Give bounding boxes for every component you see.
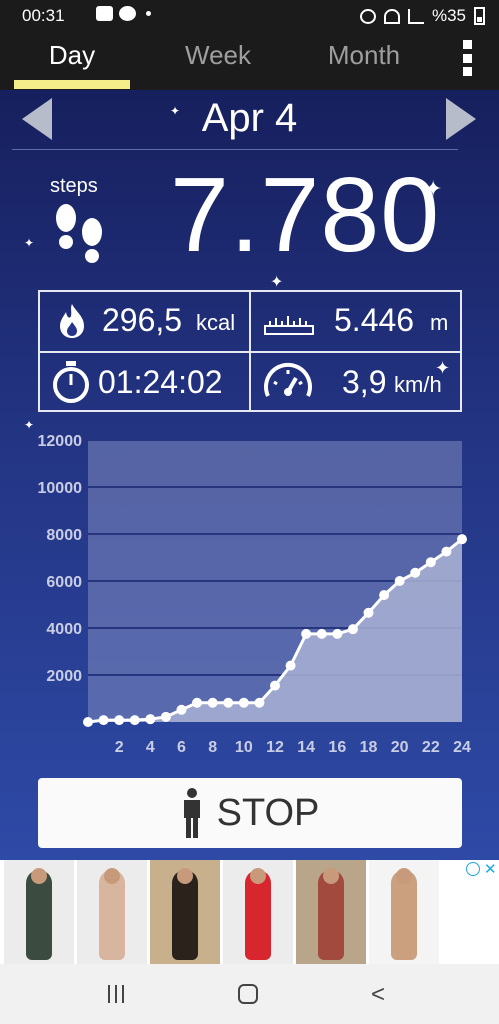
chart-data-point — [176, 704, 187, 715]
person-icon — [183, 788, 200, 838]
speed-value: 3,9 — [342, 364, 387, 400]
chart-x-tick-label: 4 — [146, 739, 155, 756]
ruler-icon — [264, 316, 314, 335]
ad-close-icon[interactable]: ✕ — [484, 860, 497, 878]
calories-unit: kcal — [196, 310, 236, 335]
status-time: 00:31 — [22, 6, 65, 25]
steps-chart: 200040006000800010000120002 4 6 8 10 12 14 16 18… — [38, 433, 472, 756]
ad-product-image[interactable] — [77, 860, 147, 964]
ad-product-image[interactable] — [369, 860, 439, 964]
chart-data-point — [238, 697, 249, 708]
next-day-arrow-icon[interactable] — [446, 98, 476, 140]
chart-x-tick-label: 6 — [177, 739, 186, 756]
wifi-icon — [383, 8, 400, 24]
chart-data-point — [223, 697, 234, 708]
stop-button[interactable]: STOP — [38, 778, 462, 848]
chart-data-point — [145, 714, 156, 725]
chart-data-point — [363, 607, 374, 618]
chart-data-point — [394, 576, 405, 586]
chart-data-point — [316, 628, 327, 639]
chart-data-point — [457, 534, 467, 545]
chart-x-tick-label: 22 — [422, 739, 440, 756]
steps-label: steps — [50, 175, 98, 197]
tab-month[interactable]: Month — [312, 40, 416, 71]
chart-data-point — [83, 717, 93, 727]
header-divider — [12, 149, 458, 150]
tab-week[interactable]: Week — [165, 40, 271, 71]
signal-icon — [407, 8, 424, 24]
duration-value: 01:24:02 — [98, 364, 223, 400]
status-bar: 00:31 %35 — [0, 0, 499, 30]
chart-data-point — [347, 624, 358, 635]
chart-data-point — [114, 715, 125, 726]
more-notifications-icon — [146, 11, 151, 16]
chart-x-tick-label: 10 — [235, 739, 253, 756]
flame-icon — [60, 304, 84, 338]
tab-day[interactable]: Day — [14, 40, 130, 71]
chart-data-point — [254, 697, 265, 708]
back-icon[interactable]: < — [371, 981, 385, 1009]
chart-y-tick-label: 12000 — [38, 433, 83, 450]
ad-product-image[interactable] — [223, 860, 293, 964]
chart-data-point — [379, 590, 390, 601]
home-icon[interactable] — [238, 984, 258, 1004]
footprints-icon — [56, 204, 102, 263]
system-navigation-bar: < — [0, 964, 499, 1024]
overflow-menu-icon[interactable] — [460, 40, 474, 76]
stats-divider-horizontal — [40, 351, 460, 353]
ad-product-image[interactable] — [296, 860, 366, 964]
alarm-icon — [359, 8, 376, 24]
whatsapp-icon — [119, 6, 136, 21]
distance-value: 5.446 — [334, 302, 415, 338]
chart-data-point — [441, 546, 452, 557]
chart-data-point — [129, 715, 140, 726]
chart-y-tick-label: 2000 — [46, 668, 82, 685]
sparkle-decoration: ✦ — [270, 274, 284, 291]
current-date: Apr 4 — [201, 96, 298, 140]
chart-x-tick-label: 8 — [208, 739, 217, 756]
stats-grid: 296,5 kcal 5.446 m 01:24:02 3,9 km/h — [38, 290, 462, 412]
sparkle-decoration: ✦ — [24, 236, 35, 250]
distance-unit: m — [430, 310, 449, 335]
chart-y-tick-label: 4000 — [46, 621, 82, 638]
battery-percent: %35 — [431, 6, 466, 25]
notification-icons — [96, 6, 151, 21]
stopwatch-icon — [53, 361, 89, 403]
ad-choices-icon[interactable] — [466, 862, 480, 876]
chart-data-point — [98, 715, 109, 726]
chart-x-tick-label: 14 — [297, 739, 315, 756]
youtube-icon — [96, 6, 113, 21]
active-tab-indicator — [14, 80, 130, 89]
chart-data-point — [270, 680, 280, 691]
chart-x-tick-label: 2 — [115, 739, 124, 756]
recent-apps-icon[interactable] — [108, 985, 124, 1003]
stop-button-label: STOP — [216, 791, 320, 834]
chart-x-tick-label: 24 — [453, 739, 471, 756]
chart-data-point — [192, 697, 203, 708]
chart-data-point — [301, 628, 312, 639]
chart-x-tick-label: 16 — [328, 739, 346, 756]
chart-y-tick-label: 8000 — [46, 527, 82, 544]
chart-data-point — [285, 660, 296, 671]
chart-y-tick-label: 10000 — [38, 480, 83, 497]
chart-y-tick-label: 6000 — [46, 574, 82, 591]
chart-data-point — [160, 711, 171, 722]
chart-data-point — [425, 557, 436, 568]
steps-count: 7.780 — [170, 156, 441, 274]
battery-icon — [474, 7, 485, 25]
ad-product-image[interactable] — [4, 860, 74, 964]
ad-banner[interactable]: ✕ — [0, 860, 499, 964]
chart-data-point — [207, 697, 218, 708]
calories-value: 296,5 — [102, 302, 183, 338]
chart-x-tick-label: 12 — [266, 739, 284, 756]
ad-product-image[interactable] — [150, 860, 220, 964]
chart-x-tick-label: 20 — [391, 739, 409, 756]
speed-unit: km/h — [394, 372, 442, 397]
speedometer-icon — [264, 362, 312, 397]
chart-data-point — [332, 628, 343, 639]
system-icons: %35 — [359, 6, 485, 26]
chart-data-point — [410, 567, 421, 578]
chart-x-tick-label: 18 — [360, 739, 378, 756]
